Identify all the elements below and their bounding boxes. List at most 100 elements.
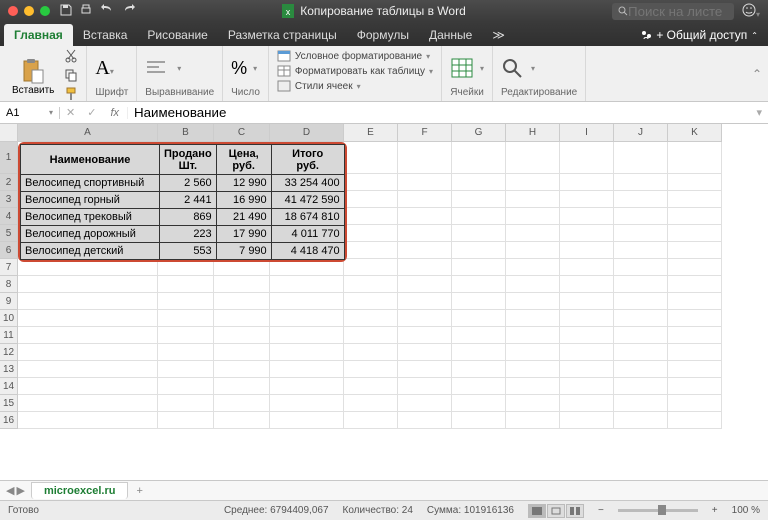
cell[interactable] <box>614 344 668 361</box>
cell[interactable] <box>668 327 722 344</box>
cell[interactable] <box>158 310 214 327</box>
cell[interactable] <box>614 191 668 208</box>
cell[interactable] <box>452 276 506 293</box>
cell[interactable] <box>18 276 158 293</box>
cell[interactable] <box>158 361 214 378</box>
cell[interactable] <box>614 327 668 344</box>
cell[interactable] <box>398 242 452 259</box>
cell[interactable] <box>614 242 668 259</box>
copy-icon[interactable] <box>64 68 78 85</box>
cell[interactable] <box>614 310 668 327</box>
zoom-out-button[interactable]: − <box>598 505 604 516</box>
expand-formula-bar-icon[interactable]: ▾ <box>750 106 768 119</box>
row-header[interactable]: 5 <box>0 225 18 242</box>
conditional-formatting-button[interactable]: Условное форматирование▾ <box>275 49 435 63</box>
cell[interactable] <box>398 378 452 395</box>
cell[interactable] <box>214 276 270 293</box>
cell[interactable] <box>398 327 452 344</box>
column-header[interactable]: E <box>344 124 398 142</box>
table-header[interactable]: Цена,руб. <box>216 145 271 175</box>
cell[interactable] <box>614 361 668 378</box>
cell[interactable] <box>560 395 614 412</box>
cell[interactable] <box>344 174 398 191</box>
cell[interactable] <box>398 344 452 361</box>
cell[interactable] <box>344 276 398 293</box>
cell[interactable] <box>270 395 344 412</box>
cell[interactable] <box>270 327 344 344</box>
cell[interactable] <box>506 242 560 259</box>
cell[interactable] <box>158 327 214 344</box>
row-header[interactable]: 13 <box>0 361 18 378</box>
cell[interactable] <box>668 344 722 361</box>
number-group[interactable]: %▾ Число <box>223 46 269 101</box>
tab-главная[interactable]: Главная <box>4 24 73 46</box>
cell[interactable] <box>18 412 158 429</box>
cell[interactable] <box>668 395 722 412</box>
cell[interactable] <box>614 276 668 293</box>
cell[interactable] <box>506 412 560 429</box>
cell[interactable] <box>668 412 722 429</box>
column-header[interactable]: D <box>270 124 344 142</box>
table-row[interactable]: Велосипед детский5537 9904 418 470 <box>21 243 345 260</box>
cell[interactable] <box>344 344 398 361</box>
cell[interactable] <box>560 412 614 429</box>
row-header[interactable]: 6 <box>0 242 18 259</box>
cell[interactable] <box>398 259 452 276</box>
cell[interactable] <box>344 395 398 412</box>
cell[interactable] <box>452 242 506 259</box>
cell[interactable] <box>18 395 158 412</box>
cell[interactable] <box>506 142 560 174</box>
table-row[interactable]: Велосипед дорожный22317 9904 011 770 <box>21 226 345 243</box>
cell[interactable] <box>614 174 668 191</box>
cell[interactable] <box>214 310 270 327</box>
cell[interactable] <box>560 293 614 310</box>
cell[interactable] <box>614 378 668 395</box>
cell[interactable] <box>668 174 722 191</box>
column-header[interactable]: J <box>614 124 668 142</box>
cell[interactable] <box>452 225 506 242</box>
zoom-in-button[interactable]: + <box>712 505 718 516</box>
cell[interactable] <box>398 174 452 191</box>
cell[interactable] <box>398 276 452 293</box>
font-group[interactable]: A▾ Шрифт <box>87 46 137 101</box>
close-window-button[interactable] <box>8 6 18 16</box>
collapse-ribbon-icon[interactable]: ⌃ <box>752 67 762 81</box>
column-header[interactable]: G <box>452 124 506 142</box>
format-as-table-button[interactable]: Форматировать как таблицу▾ <box>275 64 435 78</box>
tab-данные[interactable]: Данные <box>419 24 482 46</box>
column-header[interactable]: C <box>214 124 270 142</box>
cell[interactable] <box>452 174 506 191</box>
cell[interactable] <box>214 378 270 395</box>
search-box[interactable] <box>612 3 734 20</box>
row-header[interactable]: 12 <box>0 344 18 361</box>
cell[interactable] <box>18 327 158 344</box>
cell[interactable] <box>560 344 614 361</box>
cell[interactable] <box>614 293 668 310</box>
row-header[interactable]: 7 <box>0 259 18 276</box>
cell[interactable] <box>398 310 452 327</box>
row-header[interactable]: 14 <box>0 378 18 395</box>
cell[interactable] <box>506 378 560 395</box>
cell[interactable] <box>560 191 614 208</box>
cell[interactable] <box>344 412 398 429</box>
minimize-window-button[interactable] <box>24 6 34 16</box>
cell[interactable] <box>560 242 614 259</box>
tab-more-icon[interactable]: ≫ <box>482 24 515 46</box>
cell[interactable] <box>614 412 668 429</box>
cell[interactable] <box>452 142 506 174</box>
column-header[interactable]: A <box>18 124 158 142</box>
feedback-icon[interactable]: ▾ <box>742 3 760 20</box>
paste-button[interactable]: Вставить <box>8 58 58 96</box>
maximize-window-button[interactable] <box>40 6 50 16</box>
cell[interactable] <box>452 327 506 344</box>
cell[interactable] <box>344 378 398 395</box>
page-break-view-button[interactable] <box>566 504 584 518</box>
cell[interactable] <box>452 344 506 361</box>
table-header[interactable]: Итогоруб. <box>271 145 344 175</box>
cell[interactable] <box>214 395 270 412</box>
cell[interactable] <box>18 361 158 378</box>
cell[interactable] <box>452 378 506 395</box>
cell[interactable] <box>158 276 214 293</box>
cell[interactable] <box>158 412 214 429</box>
confirm-icon[interactable]: ✓ <box>81 106 102 119</box>
